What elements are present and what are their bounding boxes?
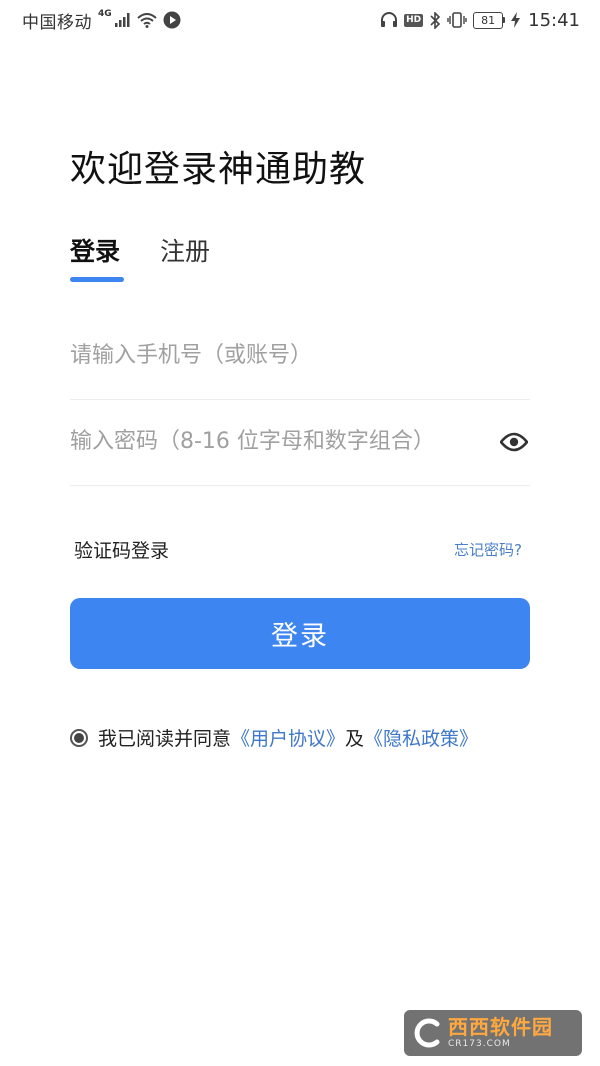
- battery-level: 81: [473, 11, 504, 29]
- status-bar-right: HD 81 15:41: [380, 10, 580, 31]
- bluetooth-icon: [429, 11, 441, 29]
- page-title: 欢迎登录神通助教: [70, 149, 367, 190]
- watermark-brand: 西西软件园: [448, 1015, 553, 1039]
- agreement-joiner: 及: [345, 728, 365, 750]
- vibrate-icon: [447, 12, 467, 28]
- watermark-site: CR173.COM: [448, 1039, 511, 1049]
- phone-field-row: [70, 312, 530, 400]
- login-options-row: 验证码登录 忘记密码?: [74, 536, 522, 563]
- user-agreement-link[interactable]: 《用户协议》: [231, 724, 345, 751]
- tab-login-label: 登录: [70, 237, 121, 266]
- eye-icon[interactable]: [498, 426, 530, 458]
- tab-login[interactable]: 登录: [70, 232, 124, 282]
- battery-indicator: 81: [473, 11, 506, 29]
- network-type: 4G: [98, 9, 112, 19]
- status-bar: 中国移动 4G HD 81 15:41: [0, 0, 600, 40]
- tab-register-label: 注册: [160, 237, 211, 266]
- battery-tip: [503, 17, 506, 23]
- hd-badge: HD: [404, 13, 424, 27]
- auth-tabs: 登录 注册: [70, 232, 210, 282]
- privacy-policy-link[interactable]: 《隐私政策》: [364, 724, 478, 751]
- wifi-icon: [136, 12, 157, 28]
- signal-icon: [114, 13, 131, 27]
- watermark: 西西软件园 CR173.COM: [404, 1010, 582, 1056]
- password-field-row: [70, 398, 530, 486]
- sms-login-link[interactable]: 验证码登录: [74, 536, 169, 563]
- tab-register[interactable]: 注册: [160, 232, 210, 278]
- clock: 15:41: [528, 9, 580, 31]
- watermark-logo-icon: [412, 1018, 442, 1048]
- password-input[interactable]: [70, 429, 498, 454]
- status-bar-left: 中国移动 4G: [22, 8, 181, 33]
- forgot-password-link[interactable]: 忘记密码?: [454, 539, 522, 560]
- phone-input[interactable]: [70, 343, 530, 368]
- charging-icon: [511, 12, 521, 28]
- radio-dot: [74, 732, 84, 743]
- play-icon: [163, 11, 181, 29]
- active-tab-indicator: [70, 277, 124, 282]
- carrier-label: 中国移动: [22, 12, 92, 33]
- agreement-radio[interactable]: [70, 728, 88, 747]
- agreement-prefix: 我已阅读并同意: [98, 728, 232, 750]
- login-button[interactable]: 登录: [70, 598, 530, 669]
- watermark-text: 西西软件园 CR173.COM: [448, 1017, 553, 1049]
- agreement-row: 我已阅读并同意 《用户协议》 及 《隐私政策》: [70, 724, 478, 751]
- headphones-icon: [380, 12, 398, 28]
